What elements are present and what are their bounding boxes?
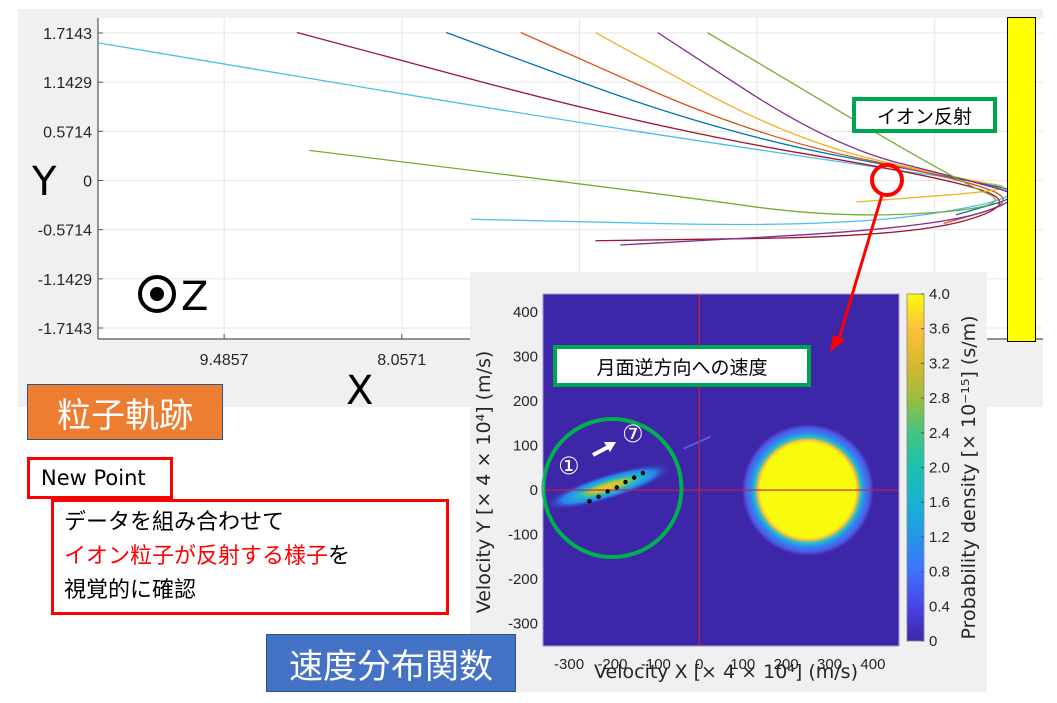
colorbar-tick-label: 1.2 <box>929 529 950 546</box>
description-box: データを組み合わせて イオン粒子が反射する様子を 視覚的に確認 <box>51 499 449 615</box>
description-highlight: イオン粒子が反射する様子 <box>64 544 329 569</box>
ion-reflection-label: イオン反射 <box>852 97 997 133</box>
colorbar-tick-label: 3.6 <box>929 321 950 338</box>
y-tick-label: -1.7143 <box>38 321 92 338</box>
step-point <box>640 470 646 476</box>
colorbar-label: Probability density [× 10⁻¹⁵] (s/m) <box>958 315 980 639</box>
moon-surface-bar <box>1007 17 1036 342</box>
y-tick-label: -200 <box>508 571 538 588</box>
colorbar-tick-label: 2.0 <box>929 460 950 477</box>
y-tick-label: -1.1429 <box>38 272 92 289</box>
description-line-2: イオン粒子が反射する様子を <box>64 540 436 574</box>
y-tick-label: 1.7143 <box>43 26 92 43</box>
step-point <box>614 485 620 490</box>
y-tick-label: 100 <box>513 437 538 454</box>
description-line-2-suffix: を <box>328 544 351 569</box>
vdf-plot-panel: ① ⑦ -300 -200 -100 0 100 200 300 400 400 300 200 100 0… <box>470 272 987 692</box>
vdf-title: 速度分布関数 <box>266 634 516 692</box>
colorbar-tick-label: 0 <box>929 633 937 650</box>
description-line-1: データを組み合わせて <box>64 510 285 535</box>
step-point <box>623 479 628 485</box>
colorbar-tick-label: 3.2 <box>929 355 950 372</box>
colorbar-tick-label: 1.6 <box>929 494 950 511</box>
x-tick-label: 400 <box>860 656 885 673</box>
moon-opposite-velocity-label: 月面逆方向への速度 <box>553 345 811 387</box>
y-tick-label: 0 <box>530 482 538 499</box>
colorbar-tick-label: 0.4 <box>929 598 950 615</box>
x-tick-label: 8.0571 <box>377 352 426 369</box>
y-axis-label: Velocity Y [× 4 × 10⁴] (m/s) <box>473 351 495 614</box>
trajectory-title: 粒子軌跡 <box>27 384 223 440</box>
y-tick-label: 0.5714 <box>43 124 92 141</box>
step-start-label: ① <box>558 452 580 480</box>
z-axis-label: Z <box>181 274 208 320</box>
step-point <box>631 475 637 480</box>
x-axis-label: Velocity X [× 4 × 10⁴] (m/s) <box>594 661 858 683</box>
x-tick-label: 9.4857 <box>200 352 249 369</box>
step-point <box>605 489 610 494</box>
colorbar-tick-label: 2.8 <box>929 390 950 407</box>
colorbar-tick-label: 0.8 <box>929 564 950 581</box>
description-line-3: 視覚的に確認 <box>64 578 197 603</box>
colorbar-tick-label: 2.4 <box>929 425 950 442</box>
vdf-plot: ①⑦-300 -200 -100 0 100 200 300 4004003002001000… <box>473 286 980 683</box>
step-end-label: ⑦ <box>622 420 644 448</box>
y-tick-label: -0.5714 <box>38 223 92 240</box>
y-tick-label: -300 <box>508 616 538 633</box>
y-tick-label: 1.1429 <box>43 75 92 92</box>
step-point <box>596 494 601 499</box>
y-tick-label: 200 <box>513 393 538 410</box>
y-tick-label: 400 <box>513 304 538 321</box>
y-axis-label: Y <box>31 159 57 205</box>
z-axis-dot <box>150 287 164 301</box>
new-point-label: New Point <box>27 457 173 499</box>
y-tick-label: 0 <box>83 174 92 191</box>
y-tick-label: 300 <box>513 348 538 365</box>
colorbar-tick-label: 4.0 <box>929 286 950 303</box>
step-point <box>587 498 592 504</box>
x-axis-label: X <box>346 368 373 407</box>
y-tick-label: -100 <box>508 527 538 544</box>
x-tick-label: -300 <box>554 656 584 673</box>
